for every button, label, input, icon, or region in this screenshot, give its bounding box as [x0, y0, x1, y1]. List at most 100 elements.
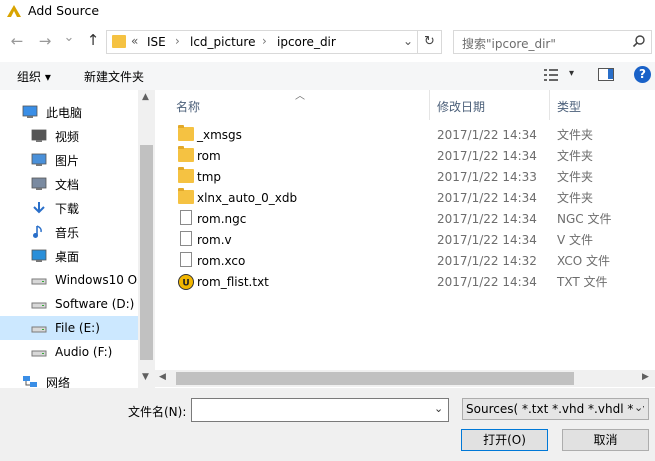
- filter-dropdown-icon[interactable]: ⌄: [634, 401, 644, 414]
- search-box[interactable]: 搜索"ipcore_dir": [453, 30, 652, 54]
- sidebar-item-label: 桌面: [55, 249, 80, 264]
- sidebar-item-label: 音乐: [55, 225, 80, 240]
- scroll-down-arrow-icon[interactable]: ▼: [142, 372, 149, 382]
- file-name: _xmsgs: [197, 127, 242, 142]
- file-type: TXT 文件: [557, 275, 608, 289]
- file-name: rom.ngc: [197, 211, 247, 226]
- recent-dropdown-button[interactable]: ⌄: [62, 30, 76, 45]
- column-header-type[interactable]: 类型: [557, 98, 581, 115]
- breadcrumb-lcd-picture[interactable]: lcd_picture: [190, 35, 255, 49]
- navigation-pane: 此电脑视频图片 文档 下载音乐桌面 Windows10 OS Software (D:)…: [0, 90, 155, 388]
- dialog-footer: 文件名(N): ⌄ Sources( *.txt *.vhd *.vhdl *.…: [0, 388, 655, 461]
- computer-icon: [22, 105, 38, 119]
- file-icon: [180, 252, 192, 267]
- app-logo-icon: [7, 5, 21, 17]
- preview-pane-icon[interactable]: [598, 68, 614, 81]
- file-date: 2017/1/22 14:32: [437, 253, 537, 268]
- sidebar-item[interactable]: 视频: [0, 124, 138, 148]
- sidebar-item-label: Software (D:): [55, 297, 135, 311]
- column-divider[interactable]: [549, 90, 550, 120]
- file-type: XCO 文件: [557, 254, 610, 268]
- search-icon[interactable]: [632, 34, 646, 48]
- file-date: 2017/1/22 14:34: [437, 127, 537, 142]
- forward-button[interactable]: →: [36, 32, 54, 50]
- breadcrumb-overflow[interactable]: «: [131, 34, 138, 48]
- sidebar-item-label: 网络: [46, 375, 71, 389]
- sidebar-item[interactable]: 桌面: [0, 244, 138, 268]
- music-icon: [31, 225, 47, 239]
- sidebar-item[interactable]: File (E:): [0, 316, 138, 340]
- horizontal-scroll-thumb[interactable]: [176, 372, 574, 385]
- scroll-up-arrow-icon[interactable]: ▲: [142, 92, 149, 102]
- column-header-name[interactable]: 名称: [176, 98, 200, 115]
- file-date: 2017/1/22 14:34: [437, 211, 537, 226]
- file-row[interactable]: xlnx_auto_0_xdb 2017/1/22 14:34 文件夹: [175, 187, 655, 208]
- breadcrumb-ise[interactable]: ISE: [147, 35, 166, 49]
- column-header-date[interactable]: 修改日期: [437, 98, 485, 115]
- file-row[interactable]: rom.xco 2017/1/22 14:32 XCO 文件: [175, 250, 655, 271]
- file-type-filter-value: Sources( *.txt *.vhd *.vhdl *.v: [466, 402, 645, 416]
- view-options-icon[interactable]: [544, 69, 558, 81]
- folder-icon: [178, 167, 194, 183]
- drive-windows-icon: [31, 273, 47, 287]
- file-row[interactable]: tmp 2017/1/22 14:33 文件夹: [175, 166, 655, 187]
- sidebar-item[interactable]: Audio (F:): [0, 340, 138, 364]
- sidebar-vertical-scrollbar[interactable]: ▲ ▼: [138, 90, 155, 388]
- file-date: 2017/1/22 14:34: [437, 190, 537, 205]
- scroll-right-arrow-icon[interactable]: ▶: [642, 372, 649, 382]
- sidebar-scroll-thumb[interactable]: [140, 145, 153, 360]
- ultraedit-file-icon: U: [178, 274, 194, 290]
- sidebar-item[interactable]: 图片: [0, 148, 138, 172]
- filename-combobox[interactable]: ⌄: [191, 398, 449, 422]
- view-dropdown-icon[interactable]: ▾: [569, 68, 574, 79]
- open-button-label: 打开(O): [483, 433, 526, 447]
- file-type: 文件夹: [557, 170, 594, 184]
- address-history-button[interactable]: ⌄: [403, 34, 413, 48]
- refresh-icon[interactable]: ↻: [417, 31, 441, 53]
- file-name: rom.xco: [197, 253, 246, 268]
- command-toolbar: 组织 ▾ 新建文件夹 ▾ ?: [0, 62, 655, 90]
- open-button[interactable]: 打开(O): [461, 429, 548, 451]
- up-button[interactable]: ↑: [84, 31, 102, 49]
- file-date: 2017/1/22 14:34: [437, 232, 537, 247]
- organize-button[interactable]: 组织 ▾: [17, 68, 51, 85]
- file-row[interactable]: rom 2017/1/22 14:34 文件夹: [175, 145, 655, 166]
- search-input[interactable]: 搜索"ipcore_dir": [462, 35, 556, 52]
- column-divider[interactable]: [429, 90, 430, 120]
- download-icon: [31, 201, 47, 215]
- sidebar-item[interactable]: 网络: [0, 370, 138, 388]
- file-row[interactable]: rom.v 2017/1/22 14:34 V 文件: [175, 229, 655, 250]
- file-row[interactable]: _xmsgs 2017/1/22 14:34 文件夹: [175, 124, 655, 145]
- filename-label: 文件名(N):: [128, 405, 187, 419]
- file-type-filter[interactable]: Sources( *.txt *.vhd *.vhdl *.v ⌄: [462, 398, 649, 420]
- cancel-button[interactable]: 取消: [562, 429, 649, 451]
- drive-icon: [31, 297, 47, 311]
- back-button[interactable]: ←: [8, 32, 26, 50]
- sidebar-item[interactable]: 下载: [0, 196, 138, 220]
- sidebar-item[interactable]: Software (D:): [0, 292, 138, 316]
- filename-dropdown-icon[interactable]: ⌄: [434, 402, 443, 415]
- file-name: rom_flist.txt: [197, 274, 269, 289]
- sidebar-item-label: 视频: [55, 129, 80, 144]
- file-type: 文件夹: [557, 128, 594, 142]
- new-folder-button[interactable]: 新建文件夹: [84, 68, 144, 85]
- file-row[interactable]: rom.ngc 2017/1/22 14:34 NGC 文件: [175, 208, 655, 229]
- sidebar-item[interactable]: 文档: [0, 172, 138, 196]
- file-row[interactable]: Urom_flist.txt 2017/1/22 14:34 TXT 文件: [175, 271, 655, 292]
- sidebar-item[interactable]: Windows10 OS: [0, 268, 138, 292]
- file-date: 2017/1/22 14:33: [437, 169, 537, 184]
- sidebar-item-label: Windows10 OS: [55, 273, 138, 287]
- file-list-horizontal-scrollbar[interactable]: ◀ ▶: [155, 370, 655, 387]
- help-icon[interactable]: ?: [634, 66, 651, 83]
- svg-text:U: U: [182, 279, 189, 289]
- scroll-left-arrow-icon[interactable]: ◀: [159, 372, 166, 382]
- file-name: rom: [197, 148, 221, 163]
- sidebar-item[interactable]: 此电脑: [0, 100, 138, 124]
- sidebar-item[interactable]: 音乐: [0, 220, 138, 244]
- file-icon: [180, 231, 192, 246]
- drive-icon: [31, 345, 47, 359]
- sidebar-item-label: 此电脑: [46, 105, 83, 120]
- folder-icon: [178, 125, 194, 141]
- breadcrumb-ipcore-dir[interactable]: ipcore_dir: [277, 35, 336, 49]
- address-bar[interactable]: « ISE › lcd_picture › ipcore_dir ⌄ ↻: [106, 30, 442, 54]
